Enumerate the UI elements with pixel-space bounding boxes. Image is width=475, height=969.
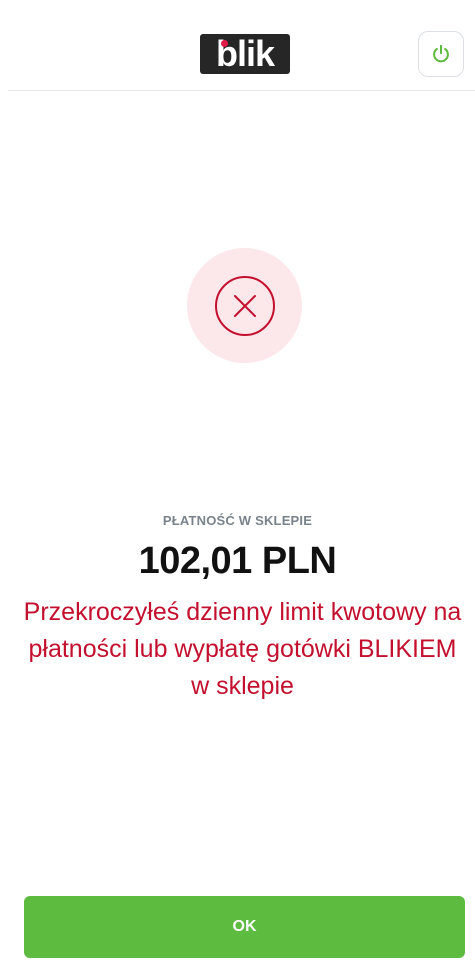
error-status-circle — [187, 248, 302, 363]
close-circle-icon — [214, 275, 275, 336]
power-icon — [433, 44, 449, 63]
error-message: Przekroczyłeś dzienny limit kwotowy na p… — [23, 598, 462, 700]
power-button[interactable] — [418, 31, 464, 77]
payment-type-label: PŁATNOŚĆ W SKLEPIE — [162, 513, 313, 528]
payment-amount: 102,01 PLN — [138, 540, 337, 582]
header: blik — [0, 0, 475, 92]
blik-logo: blik — [200, 34, 290, 74]
ok-button[interactable]: OK — [24, 896, 465, 958]
blik-error-screen: blik PŁATNOŚĆ W SKLEPIE 102,01 PLN Przek… — [0, 0, 475, 969]
logo-dot — [221, 40, 228, 47]
header-divider — [8, 90, 475, 91]
